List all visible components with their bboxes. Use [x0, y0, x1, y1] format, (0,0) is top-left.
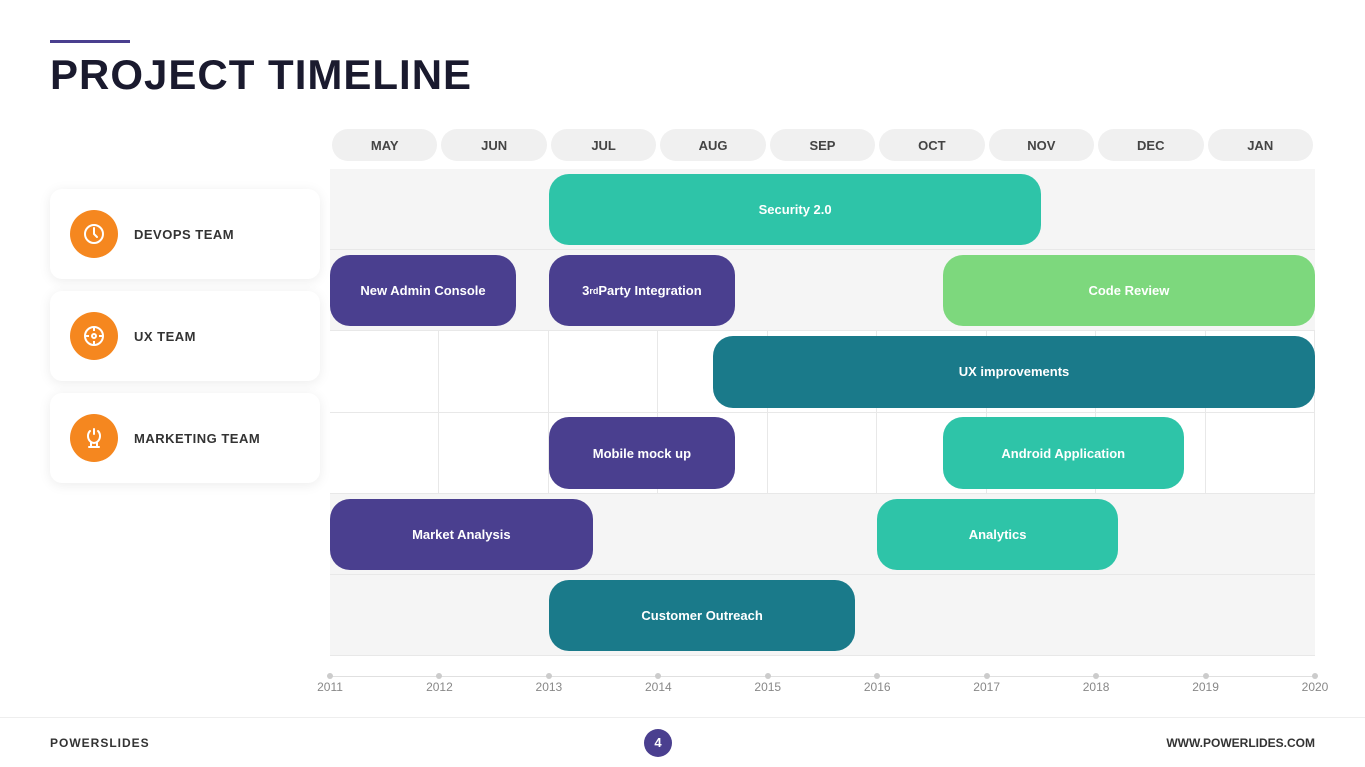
ux-label: UX TEAM [134, 329, 196, 344]
axis-line [330, 676, 1315, 677]
bar-new-admin-console: New Admin Console [330, 255, 516, 326]
year-label-2012: 2012 [426, 680, 453, 694]
month-header-sep: SEP [770, 129, 875, 161]
content-area: DEVOPS TEAM UX TEAM [50, 129, 1315, 696]
teams-sidebar: DEVOPS TEAM UX TEAM [50, 129, 320, 696]
axis-dot-2011 [327, 673, 333, 679]
month-headers: MAYJUNJULAUGSEPOCTNOVDECJAN [330, 129, 1315, 169]
footer-url: WWW.POWERLIDES.COM [1166, 736, 1315, 750]
axis-dot-2014 [655, 673, 661, 679]
month-header-dec: DEC [1098, 129, 1203, 161]
marketing-label: MARKETING TEAM [134, 431, 260, 446]
axis-dot-2019 [1203, 673, 1209, 679]
axis-dot-2013 [546, 673, 552, 679]
month-header-jul: JUL [551, 129, 656, 161]
month-header-jan: JAN [1208, 129, 1313, 161]
year-label-2020: 2020 [1302, 680, 1329, 694]
axis-dot-2020 [1312, 673, 1318, 679]
footer-page: 4 [644, 729, 672, 757]
month-header-may: MAY [332, 129, 437, 161]
month-header-jun: JUN [441, 129, 546, 161]
year-label-2015: 2015 [754, 680, 781, 694]
year-label-2014: 2014 [645, 680, 672, 694]
month-header-nov: NOV [989, 129, 1094, 161]
slide: PROJECT TIMELINE DEVOPS TEAM [0, 0, 1365, 767]
slide-title: PROJECT TIMELINE [50, 51, 1315, 99]
axis-dot-2017 [984, 673, 990, 679]
year-axis: 2011201220132014201520162017201820192020 [330, 656, 1315, 696]
year-label-2017: 2017 [973, 680, 1000, 694]
month-header-oct: OCT [879, 129, 984, 161]
footer: POWERSLIDES 4 WWW.POWERLIDES.COM [0, 717, 1365, 767]
bar-android-application: Android Application [943, 417, 1184, 488]
axis-dot-2012 [436, 673, 442, 679]
year-label-2011: 2011 [317, 680, 343, 694]
team-card-ux: UX TEAM [50, 291, 320, 381]
devops-icon [70, 210, 118, 258]
bar-customer-outreach: Customer Outreach [549, 580, 855, 651]
axis-dot-2015 [765, 673, 771, 679]
year-label-2016: 2016 [864, 680, 891, 694]
title-accent [50, 40, 130, 43]
month-header-aug: AUG [660, 129, 765, 161]
year-label-2018: 2018 [1083, 680, 1110, 694]
axis-dot-2018 [1093, 673, 1099, 679]
year-label-2019: 2019 [1192, 680, 1219, 694]
gantt-chart: Security 2.0 New Admin Console 3rd Party I… [330, 169, 1315, 696]
bars-layer: Security 2.0 New Admin Console 3rd Party I… [330, 169, 1315, 656]
bar-security-2.0: Security 2.0 [549, 174, 1042, 245]
timeline-area: MAYJUNJULAUGSEPOCTNOVDECJAN Security 2.0… [320, 129, 1315, 696]
year-label-2013: 2013 [536, 680, 563, 694]
marketing-icon [70, 414, 118, 462]
footer-brand: POWERSLIDES [50, 736, 150, 750]
bar-analytics: Analytics [877, 499, 1118, 570]
bar-market-analysis: Market Analysis [330, 499, 593, 570]
bar-code-review: Code Review [943, 255, 1315, 326]
bar-ux-improvements: UX improvements [713, 336, 1315, 407]
bar-3rd-party-integration: 3rd Party Integration [549, 255, 735, 326]
ux-icon [70, 312, 118, 360]
axis-dot-2016 [874, 673, 880, 679]
team-card-marketing: MARKETING TEAM [50, 393, 320, 483]
devops-label: DEVOPS TEAM [134, 227, 234, 242]
team-card-devops: DEVOPS TEAM [50, 189, 320, 279]
bar-mobile-mock-up: Mobile mock up [549, 417, 735, 488]
